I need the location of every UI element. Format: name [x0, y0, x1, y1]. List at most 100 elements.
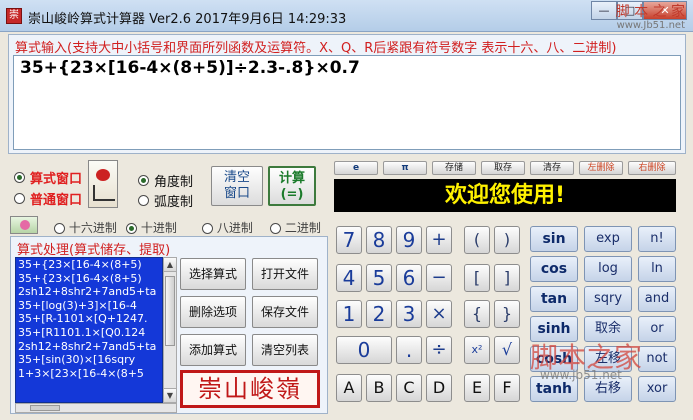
key-multiply[interactable]: ×: [426, 300, 452, 328]
clear-memory-button[interactable]: 清存: [530, 161, 574, 175]
history-list[interactable]: 35+{23×[16-4×(8+5) 35+{23×[16-4×(8+5) 2s…: [15, 257, 163, 403]
radio-icon[interactable]: [126, 223, 137, 234]
key-1[interactable]: 1: [336, 300, 362, 328]
degree-option[interactable]: 角度制: [138, 171, 193, 190]
vertical-scrollbar[interactable]: ▲ ▼: [163, 257, 177, 403]
key-dot[interactable]: .: [396, 336, 422, 364]
clear-label-2: 窗口: [223, 186, 250, 201]
list-item[interactable]: 1+3×[23×[16-4×(8+5: [16, 367, 162, 381]
key-close-bracket[interactable]: ]: [494, 264, 520, 292]
radian-option[interactable]: 弧度制: [138, 191, 193, 210]
delete-left-button[interactable]: 左删除: [579, 161, 623, 175]
fn-or[interactable]: or: [638, 316, 676, 342]
key-8[interactable]: 8: [366, 226, 392, 254]
fn-ln[interactable]: ln: [638, 256, 676, 282]
key-open-paren[interactable]: (: [464, 226, 490, 254]
list-item[interactable]: 35+{23×[16-4×(8+5): [16, 258, 162, 272]
select-formula-button[interactable]: 选择算式: [180, 258, 246, 290]
base-oct-option[interactable]: 八进制: [202, 219, 253, 236]
base-hex-option[interactable]: 十六进制: [54, 219, 117, 236]
formula-input[interactable]: 35+{23×[16-4×(8+5)]÷2.3-.8}×0.7: [13, 55, 681, 150]
recall-button[interactable]: 取存: [481, 161, 525, 175]
fn-sqry[interactable]: sqry: [584, 286, 632, 312]
scroll-down-icon[interactable]: ▼: [164, 388, 176, 402]
list-item[interactable]: 35+{23×[16-4×(8+5): [16, 272, 162, 286]
open-file-button[interactable]: 打开文件: [252, 258, 318, 290]
key-minus[interactable]: −: [426, 264, 452, 292]
horizontal-scrollbar[interactable]: [15, 403, 177, 413]
key-square[interactable]: x²: [464, 336, 490, 364]
list-item[interactable]: 35+[log(3)+3]×[16-4: [16, 299, 162, 313]
scroll-thumb[interactable]: [30, 405, 60, 411]
list-item[interactable]: 35+[R-1101×[Q+1247.: [16, 312, 162, 326]
minimize-button[interactable]: —: [591, 1, 617, 20]
base-bin-option[interactable]: 二进制: [270, 219, 321, 236]
key-hex-e[interactable]: E: [464, 374, 490, 402]
fn-sin[interactable]: sin: [530, 226, 578, 252]
key-6[interactable]: 6: [396, 264, 422, 292]
base-hex-label: 十六进制: [68, 221, 117, 235]
list-item[interactable]: 35+[R1101.1×[Q0.124: [16, 326, 162, 340]
e-button[interactable]: e: [334, 161, 378, 175]
key-9[interactable]: 9: [396, 226, 422, 254]
delete-right-button[interactable]: 右删除: [628, 161, 676, 175]
key-close-brace[interactable]: }: [494, 300, 520, 328]
history-label: 算式处理(算式储存、提取): [17, 243, 171, 258]
key-plus[interactable]: +: [426, 226, 452, 254]
key-close-paren[interactable]: ): [494, 226, 520, 254]
clear-window-button[interactable]: 清空 窗口: [211, 166, 263, 206]
fn-tan[interactable]: tan: [530, 286, 578, 312]
watermark: 脚 本 之 家: [615, 4, 685, 20]
radio-icon[interactable]: [270, 223, 281, 234]
radio-icon[interactable]: [202, 223, 213, 234]
key-hex-c[interactable]: C: [396, 374, 422, 402]
key-hex-b[interactable]: B: [366, 374, 392, 402]
calculate-button[interactable]: 计算 (=): [268, 166, 316, 206]
formula-window-option[interactable]: 算式窗口: [14, 168, 82, 187]
pi-button[interactable]: π: [383, 161, 427, 175]
key-3[interactable]: 3: [396, 300, 422, 328]
list-item[interactable]: 2sh12+8shr2+7and5+ta: [16, 340, 162, 354]
radio-icon[interactable]: [14, 193, 25, 204]
delete-option-button[interactable]: 删除选项: [180, 296, 246, 328]
key-5[interactable]: 5: [366, 264, 392, 292]
save-file-button[interactable]: 保存文件: [252, 296, 318, 328]
normal-window-option[interactable]: 普通窗口: [14, 189, 82, 208]
key-sqrt[interactable]: √: [494, 336, 520, 364]
fn-log[interactable]: log: [584, 256, 632, 282]
lotus-icon[interactable]: [10, 216, 38, 234]
app-icon: 崇: [6, 8, 22, 24]
fn-xor[interactable]: xor: [638, 376, 676, 402]
add-formula-button[interactable]: 添加算式: [180, 334, 246, 366]
store-button[interactable]: 存储: [432, 161, 476, 175]
fn-cos[interactable]: cos: [530, 256, 578, 282]
key-hex-f[interactable]: F: [494, 374, 520, 402]
list-item[interactable]: 2sh12+8shr2+7and5+ta: [16, 285, 162, 299]
radio-icon[interactable]: [54, 223, 65, 234]
key-4[interactable]: 4: [336, 264, 362, 292]
radio-icon[interactable]: [138, 195, 149, 206]
base-dec-option[interactable]: 十进制: [126, 219, 177, 236]
number-base-row: 十六进制 十进制 八进制 二进制: [8, 216, 328, 236]
radio-icon[interactable]: [14, 172, 25, 183]
key-hex-a[interactable]: A: [336, 374, 362, 402]
fn-factorial[interactable]: n!: [638, 226, 676, 252]
calc-label-2: (=): [280, 187, 304, 202]
fn-and[interactable]: and: [638, 286, 676, 312]
fn-exp[interactable]: exp: [584, 226, 632, 252]
base-dec-label: 十进制: [140, 221, 177, 235]
key-0[interactable]: 0: [336, 336, 392, 364]
key-open-brace[interactable]: {: [464, 300, 490, 328]
key-divide[interactable]: ÷: [426, 336, 452, 364]
clear-list-button[interactable]: 清空列表: [252, 334, 318, 366]
scroll-thumb[interactable]: [165, 276, 175, 346]
scroll-up-icon[interactable]: ▲: [164, 258, 176, 272]
key-open-bracket[interactable]: [: [464, 264, 490, 292]
key-hex-d[interactable]: D: [426, 374, 452, 402]
radio-icon[interactable]: [138, 175, 149, 186]
key-2[interactable]: 2: [366, 300, 392, 328]
normal-window-label: 普通窗口: [30, 193, 83, 208]
key-7[interactable]: 7: [336, 226, 362, 254]
list-item[interactable]: 35+[sin(30)×[16sqry: [16, 353, 162, 367]
fn-not[interactable]: not: [638, 346, 676, 372]
